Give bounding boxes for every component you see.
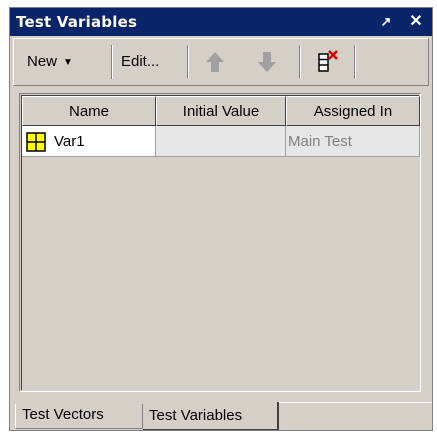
table-row[interactable]: Var1 Main Test	[22, 126, 420, 157]
tab-test-variables[interactable]: Test Variables	[143, 402, 279, 430]
dropdown-caret-icon: ▼	[63, 57, 73, 68]
move-up-button[interactable]	[200, 47, 230, 77]
variables-grid: Name Initial Value Assigned In Var1 Main…	[19, 93, 421, 392]
toolbar-separator	[111, 45, 113, 79]
pin-icon[interactable]: ↗	[376, 12, 396, 32]
new-button[interactable]: New ▼	[27, 48, 105, 76]
panel-titlebar[interactable]: Test Variables ↗ ✕	[10, 8, 432, 36]
edit-button[interactable]: Edit...	[121, 48, 181, 76]
toolbar-separator	[187, 45, 189, 79]
toolbar-separator	[299, 45, 301, 79]
close-icon[interactable]: ✕	[406, 12, 426, 32]
arrow-up-icon	[206, 52, 224, 72]
new-button-label: New	[27, 53, 58, 70]
tab-test-vectors[interactable]: Test Vectors	[15, 404, 143, 429]
toolbar: New ▼ Edit...	[13, 38, 429, 86]
assigned-in-cell: Main Test	[286, 126, 420, 157]
variable-name: Var1	[54, 133, 85, 150]
variable-name-cell[interactable]: Var1	[22, 126, 156, 157]
column-header-initial-value[interactable]: Initial Value	[156, 96, 286, 126]
column-header-assigned-in[interactable]: Assigned In	[286, 96, 420, 126]
toolbar-separator	[354, 45, 356, 79]
test-variables-panel: Test Variables ↗ ✕ New ▼ Edit... Name In…	[9, 7, 433, 431]
panel-tabs: Test Vectors Test Variables	[10, 402, 432, 430]
grid-body: Name Initial Value Assigned In Var1 Main…	[21, 95, 420, 390]
column-header-name[interactable]: Name	[22, 96, 156, 126]
delete-variable-button[interactable]	[313, 47, 343, 77]
move-down-button[interactable]	[252, 47, 282, 77]
initial-value-cell[interactable]	[156, 126, 286, 157]
panel-title: Test Variables	[16, 13, 138, 31]
tab-strip-line	[279, 402, 432, 403]
variable-icon	[26, 132, 46, 152]
delete-variable-icon	[318, 50, 338, 72]
arrow-down-icon	[258, 52, 276, 72]
